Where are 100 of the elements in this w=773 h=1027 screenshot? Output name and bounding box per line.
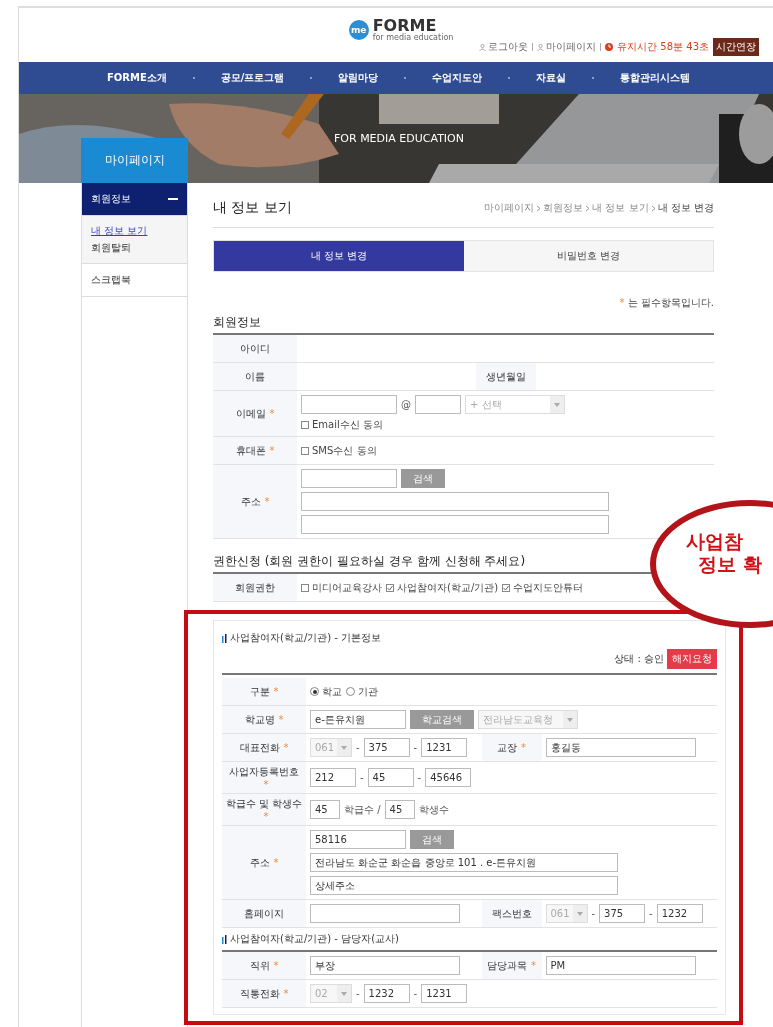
tab[interactable]: 비밀번호 변경 <box>463 241 713 271</box>
input-field[interactable]: 45 <box>310 800 340 819</box>
field-note: 학급수 / <box>344 802 381 817</box>
input-field[interactable]: 1232 <box>363 984 410 1003</box>
field-note: 학생수 <box>418 802 449 817</box>
session-timer: 유지시간 58분 43초 <box>617 40 709 54</box>
page-title: 내 정보 보기 <box>213 199 292 217</box>
input-field[interactable]: 375 <box>599 904 646 923</box>
row-label: 홈페이지 <box>222 900 306 927</box>
separator-text: - <box>356 988 360 999</box>
row-label: 학교명 * <box>222 706 306 733</box>
extend-button[interactable]: 시간연장 <box>713 38 759 56</box>
input-field[interactable]: 45 <box>367 768 414 787</box>
checkbox[interactable] <box>301 446 309 455</box>
row-label: 회원권한 <box>213 574 297 601</box>
nav-item[interactable]: 자료실 <box>536 71 567 85</box>
input-field[interactable]: 부장 <box>310 956 460 975</box>
cancel-request-button[interactable]: 해지요청 <box>667 649 717 669</box>
row-label: 팩스번호 <box>481 900 542 927</box>
row-label: 구분 * <box>222 678 306 705</box>
separator-text: - <box>649 908 653 919</box>
row-label: 이메일 * <box>213 391 297 436</box>
nav-item[interactable]: 통합관리시스템 <box>620 71 691 85</box>
sidebar-item[interactable]: 회원탈퇴 <box>91 241 178 255</box>
callout-text: 사업참 <box>686 530 744 553</box>
nav-item[interactable]: FORME소개 <box>107 71 167 85</box>
row-label: 직위 * <box>222 952 306 979</box>
checkbox-label: 수업지도안튜터 <box>513 580 584 595</box>
checkbox-label: 미디어교육강사 <box>312 580 382 595</box>
logo[interactable]: me FORME for media education <box>348 18 454 42</box>
input-field[interactable]: 홍길동 <box>545 738 696 757</box>
checkbox[interactable] <box>386 583 394 592</box>
caret-icon <box>576 911 583 916</box>
bar-mark-icon <box>222 934 227 944</box>
header-link[interactable]: 로그아웃 <box>479 40 529 54</box>
input-field[interactable]: 45646 <box>425 768 472 787</box>
caret-icon <box>567 717 573 722</box>
banner-caption: FOR MEDIA EDUCATION <box>334 132 464 145</box>
person-icon <box>537 43 545 51</box>
checkbox[interactable] <box>301 421 309 429</box>
breadcrumb-item[interactable]: 마이페이지 <box>484 201 535 215</box>
input-field[interactable]: 1231 <box>421 738 468 757</box>
checkbox-label: 사업참여자(학교/기관) <box>397 580 499 595</box>
row-label: 이름 <box>213 363 297 390</box>
sidebar-title: 마이페이지 <box>81 138 188 183</box>
breadcrumb-item[interactable]: 회원정보 <box>543 201 584 215</box>
row-label: 아이디 <box>213 335 297 362</box>
radio-label: 기관 <box>358 684 378 699</box>
tab[interactable]: 내 정보 변경 <box>214 241 464 271</box>
nav-item[interactable]: 공모/프로그램 <box>220 71 285 85</box>
input-field[interactable] <box>301 492 609 511</box>
input-field[interactable] <box>310 904 460 923</box>
input-field[interactable]: 1232 <box>656 904 703 923</box>
row-label: 주소 * <box>222 826 306 899</box>
nav-item[interactable]: 알림마당 <box>338 71 379 85</box>
caret-icon <box>554 402 560 407</box>
status-text: 상태 : 승인 <box>614 652 664 666</box>
input-field[interactable]: 상세주소 <box>310 876 618 895</box>
separator-text: - <box>591 908 596 919</box>
input-field[interactable]: 전라남도 화순군 화순읍 중앙로 101 . e-튼유치원 <box>310 853 618 872</box>
separator-text: - <box>413 988 418 999</box>
input-field[interactable] <box>301 395 397 414</box>
separator-text: - <box>413 742 418 753</box>
input-field[interactable]: 375 <box>363 738 410 757</box>
subsection-title: 사업참여자(학교/기관) - 담당자(교사) <box>230 932 399 946</box>
breadcrumb-item[interactable]: 내 정보 보기 <box>592 201 649 215</box>
caret-icon <box>341 991 347 996</box>
checkbox[interactable] <box>301 583 309 592</box>
checkbox-label: SMS수신 동의 <box>312 443 377 458</box>
input-field[interactable]: 58116 <box>310 830 406 849</box>
row-label: 휴대폰 * <box>213 437 297 464</box>
subsection-title: 사업참여자(학교/기관) - 기본정보 <box>230 631 382 645</box>
radio-label: 학교 <box>322 684 342 699</box>
checkbox-label: Email수신 동의 <box>312 418 383 432</box>
sidebar-section[interactable]: 회원정보 <box>82 183 187 216</box>
input-field[interactable]: 1231 <box>421 984 468 1003</box>
breadcrumb-item[interactable]: 내 정보 변경 <box>657 201 714 215</box>
required-note: * 는 필수항목입니다. <box>618 296 714 310</box>
row-label: 대표전화 * <box>222 734 306 761</box>
input-field[interactable] <box>301 469 397 488</box>
nav-item[interactable]: 수업지도안 <box>432 71 483 85</box>
chevron-icon <box>536 204 542 212</box>
row-label: 직통전화 * <box>222 980 306 1007</box>
sidebar-item[interactable]: 내 정보 보기 <box>91 224 178 238</box>
input-field[interactable]: e-튼유치원 <box>310 710 406 729</box>
header-link[interactable]: 마이페이지 <box>537 40 597 54</box>
row-label: 사업자등록번호 * <box>222 762 306 793</box>
input-field[interactable] <box>415 395 461 414</box>
input-field[interactable]: 45 <box>384 800 415 819</box>
input-field[interactable]: PM <box>545 956 696 975</box>
input-field[interactable]: 212 <box>310 768 356 787</box>
row-label: 주소 * <box>213 465 297 538</box>
row-label: 생년월일 <box>475 363 536 390</box>
chevron-icon <box>650 204 656 212</box>
checkbox[interactable] <box>502 583 511 592</box>
person-icon <box>479 43 487 51</box>
clock-icon <box>605 43 614 51</box>
separator-text: - <box>360 772 364 783</box>
field-note: @ <box>401 399 411 410</box>
input-field[interactable] <box>301 515 609 534</box>
